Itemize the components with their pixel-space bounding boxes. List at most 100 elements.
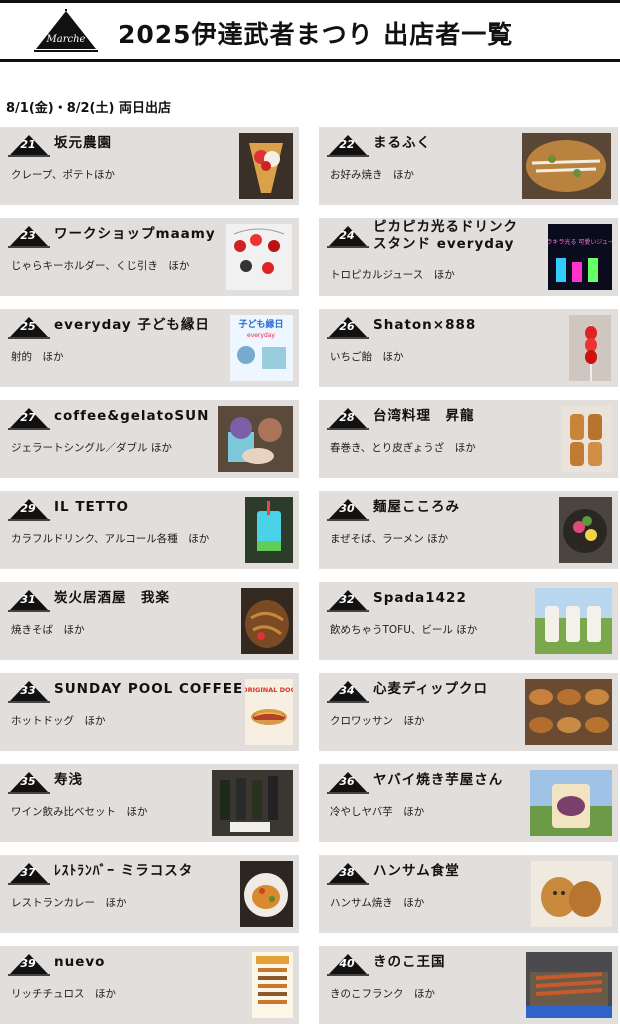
glowing-drink-photo: キラキラ光る 可愛いジュース — [548, 224, 612, 290]
yakisoba-photo — [241, 588, 293, 654]
vendor-card: 21 坂元農園 クレープ、ポテトほか — [0, 127, 299, 205]
vendor-name: ワークショップmaamy — [54, 226, 216, 242]
vendor-name: ピカピカ光るドリンク スタンド everyday — [373, 219, 518, 253]
vendor-number: 29 — [20, 502, 36, 515]
vendor-card: 22 まるふく お好み焼き ほか — [319, 127, 618, 205]
festival-flyer-photo: 子ども縁日 everyday — [230, 315, 293, 381]
vendor-name: nuevo — [54, 954, 106, 970]
page-header: Marche 2025伊達武者まつり 出店者一覧 — [0, 3, 620, 59]
vendor-card: 24 ピカピカ光るドリンク スタンド everyday トロピカルジュース ほか… — [319, 218, 618, 296]
handsome-yaki-photo — [531, 861, 612, 927]
flyer-title-text: 子ども縁日 — [238, 318, 283, 330]
vendor-items: ワイン飲み比べセット ほか — [11, 806, 148, 818]
vendor-items: いちご飴 ほか — [330, 351, 404, 363]
vendor-number: 23 — [20, 229, 36, 242]
vendor-number: 37 — [20, 866, 36, 879]
page-title: 2025伊達武者まつり 出店者一覧 — [118, 20, 514, 49]
vendor-items: まぜそば、ラーメン ほか — [330, 533, 449, 545]
vendor-card: 23 ワークショップmaamy じゃらキーホルダー、くじ引き ほか — [0, 218, 299, 296]
vendor-number: 24 — [339, 229, 355, 242]
vendor-number: 35 — [20, 775, 36, 788]
hotdog-poster-photo: ORIGINAL DOG — [245, 679, 293, 745]
vendor-name: coffee&gelatoSUN — [54, 408, 210, 424]
header-rule — [0, 59, 620, 62]
vendor-items: きのこフランク ほか — [330, 988, 435, 1000]
vendor-name: 炭火居酒屋 我楽 — [54, 590, 170, 606]
vendor-name: 坂元農園 — [54, 135, 112, 151]
marche-tent-logo: Marche — [34, 9, 98, 52]
vendor-name: SUNDAY POOL COFFEE — [54, 681, 244, 697]
spring-roll-photo — [562, 406, 612, 472]
croissant-photo — [525, 679, 612, 745]
vendor-number: 28 — [339, 411, 355, 424]
vendor-name: 寿浅 — [54, 772, 83, 788]
vendor-card: 37 ﾚｽﾄﾗﾝﾊﾞｰ ミラコスタ レストランカレー ほか — [0, 855, 299, 933]
crepe-photo — [239, 133, 293, 199]
vendor-card: 28 台湾料理 昇龍 春巻き、とり皮ぎょうざ ほか — [319, 400, 618, 478]
churros-menu-photo — [252, 952, 293, 1018]
vendor-items: 冷やしヤバ芋 ほか — [330, 806, 425, 818]
vendor-number: 40 — [339, 957, 355, 970]
vendor-name-line2: スタンド everyday — [373, 236, 515, 252]
vendor-number: 22 — [339, 138, 355, 151]
keychain-photo — [226, 224, 292, 290]
vendor-number: 21 — [20, 138, 36, 151]
vendor-name: ハンサム食堂 — [373, 863, 460, 879]
vendor-name: 麺屋こころみ — [373, 499, 460, 515]
vendor-items: リッチチュロス ほか — [11, 988, 116, 1000]
vendor-name: IL TETTO — [54, 499, 129, 515]
vendor-name: 台湾料理 昇龍 — [373, 408, 475, 424]
vendor-card: 39 nuevo リッチチュロス ほか — [0, 946, 299, 1024]
vendor-name: 心麦ディップクロ — [373, 681, 489, 697]
vendor-number: 34 — [339, 684, 355, 697]
vendor-items: 焼きそば ほか — [11, 624, 85, 636]
vendor-name: まるふく — [373, 135, 431, 151]
vendor-items: 飲めちゃうTOFU、ビール ほか — [330, 624, 478, 636]
curry-photo — [240, 861, 293, 927]
vendor-items: クロワッサン ほか — [330, 715, 425, 727]
mushroom-frank-photo — [526, 952, 612, 1018]
vendor-items: カラフルドリンク、アルコール各種 ほか — [11, 533, 210, 545]
vendor-number: 31 — [20, 593, 36, 606]
vendor-card: 32 Spada1422 飲めちゃうTOFU、ビール ほか — [319, 582, 618, 660]
vendor-name: きのこ王国 — [373, 954, 446, 970]
vendor-number: 39 — [20, 957, 36, 970]
vendor-number: 36 — [339, 775, 355, 788]
flyer-sub-text: everyday — [247, 332, 275, 339]
vendor-card: 31 炭火居酒屋 我楽 焼きそば ほか — [0, 582, 299, 660]
vendor-items: 射的 ほか — [11, 351, 64, 363]
vendor-items: お好み焼き ほか — [330, 169, 414, 181]
vendor-items: レストランカレー ほか — [11, 897, 127, 909]
vendor-card: 36 ヤバイ焼き芋屋さん 冷やしヤバ芋 ほか — [319, 764, 618, 842]
vendor-card: 38 ハンサム食堂 ハンサム焼き ほか — [319, 855, 618, 933]
okonomiyaki-photo — [522, 133, 611, 199]
vendor-card: 25 everyday 子ども縁日 射的 ほか 子ども縁日 everyday — [0, 309, 299, 387]
vendor-card: 40 きのこ王国 きのこフランク ほか — [319, 946, 618, 1024]
vendor-number: 32 — [339, 593, 355, 606]
vendor-items: ジェラートシングル／ダブル ほか — [11, 442, 172, 454]
vendor-card: 33 SUNDAY POOL COFFEE ホットドッグ ほか ORIGINAL… — [0, 673, 299, 751]
poster-text: ORIGINAL DOG — [245, 686, 293, 694]
logo-text: Marche — [46, 34, 86, 45]
vendor-name-line1: ピカピカ光るドリンク — [373, 219, 518, 235]
vendor-number: 30 — [339, 502, 355, 515]
vendor-items: じゃらキーホルダー、くじ引き ほか — [11, 260, 190, 272]
vendor-name: ヤバイ焼き芋屋さん — [373, 772, 504, 788]
vendor-card: 34 心麦ディップクロ クロワッサン ほか — [319, 673, 618, 751]
vendor-number: 38 — [339, 866, 355, 879]
mazesoba-photo — [559, 497, 612, 563]
vendor-items: 春巻き、とり皮ぎょうざ ほか — [330, 442, 476, 454]
vendor-items: ホットドッグ ほか — [11, 715, 106, 727]
tofu-drink-photo — [535, 588, 612, 654]
vendor-items: トロピカルジュース ほか — [330, 269, 455, 281]
vendor-card: 29 IL TETTO カラフルドリンク、アルコール各種 ほか — [0, 491, 299, 569]
vendor-items: ハンサム焼き ほか — [330, 897, 425, 909]
vendor-card: 35 寿浅 ワイン飲み比べセット ほか — [0, 764, 299, 842]
vendor-name: everyday 子ども縁日 — [54, 317, 210, 333]
vendor-card: 27 coffee&gelatoSUN ジェラートシングル／ダブル ほか — [0, 400, 299, 478]
drink-sign-text: キラキラ光る 可愛いジュース — [548, 238, 612, 246]
vendor-card: 26 Shaton×888 いちご飴 ほか — [319, 309, 618, 387]
colorful-drink-photo — [245, 497, 293, 563]
strawberry-candy-photo — [569, 315, 611, 381]
wine-set-photo — [212, 770, 293, 836]
